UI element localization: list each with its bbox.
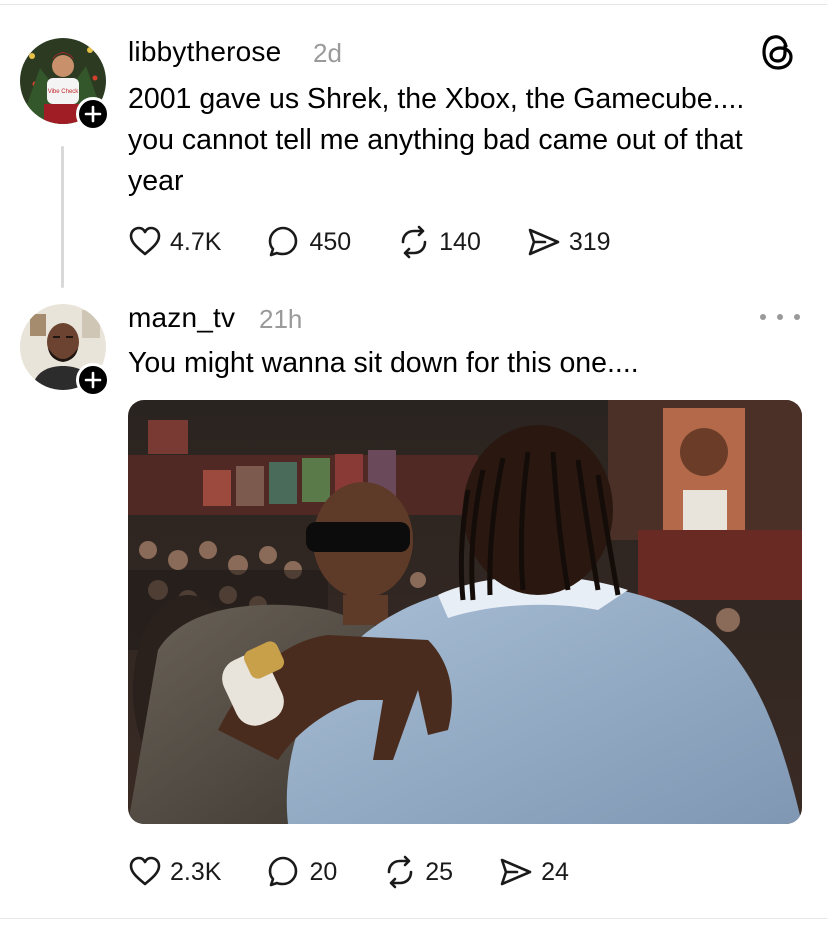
post-text-line: year — [128, 165, 184, 197]
dot — [794, 314, 800, 320]
follow-button[interactable] — [76, 363, 110, 397]
plus-icon — [84, 371, 102, 389]
post-text-line: you cannot tell me anything bad came out… — [128, 124, 743, 156]
avatar-shirt-text: Vibe Check — [48, 89, 80, 95]
comment-icon — [269, 856, 298, 887]
share-icon — [500, 858, 532, 886]
like-count: 4.7K — [170, 227, 222, 256]
share-button[interactable]: 319 — [527, 225, 611, 259]
share-count: 24 — [541, 857, 569, 886]
post-image[interactable] — [128, 400, 802, 824]
heart-icon — [129, 856, 161, 886]
reply-button[interactable]: 450 — [267, 225, 351, 259]
post-text-line: 2001 gave us Shrek, the Xbox, the Gamecu… — [128, 83, 745, 115]
reply-button[interactable]: 20 — [267, 855, 337, 889]
repost-count: 25 — [425, 857, 454, 886]
post-photo — [128, 400, 802, 824]
plus-icon — [84, 105, 102, 123]
thread-connector — [61, 146, 64, 288]
share-icon — [528, 228, 560, 256]
like-button[interactable]: 4.7K — [128, 225, 221, 259]
like-button[interactable]: 2.3K — [128, 855, 221, 889]
top-divider — [0, 4, 827, 5]
repost-icon — [387, 855, 413, 889]
bottom-divider — [0, 918, 827, 919]
repost-button[interactable]: 140 — [397, 225, 481, 259]
username[interactable]: libbytherose — [128, 36, 281, 68]
post-time: 2d — [313, 38, 342, 68]
post-time: 21h — [259, 304, 303, 334]
dot — [777, 314, 783, 320]
reply-count: 20 — [309, 857, 338, 886]
repost-icon — [401, 225, 427, 259]
share-count: 319 — [568, 227, 611, 256]
threads-logo-icon[interactable] — [760, 32, 796, 72]
reply-count: 450 — [309, 227, 352, 256]
post-text: You might wanna sit down for this one...… — [128, 347, 639, 379]
repost-count: 140 — [439, 227, 481, 256]
dot — [760, 314, 766, 320]
share-button[interactable]: 24 — [499, 855, 569, 889]
comment-icon — [269, 226, 298, 257]
post-actions: 4.7K 450 140 319 — [128, 222, 657, 262]
repost-button[interactable]: 25 — [383, 855, 453, 889]
post-actions: 2.3K 20 25 24 — [128, 852, 615, 892]
heart-icon — [129, 226, 161, 256]
like-count: 2.3K — [170, 857, 222, 886]
username[interactable]: mazn_tv — [128, 302, 235, 334]
follow-button[interactable] — [76, 97, 110, 131]
more-options-icon[interactable] — [760, 306, 800, 328]
